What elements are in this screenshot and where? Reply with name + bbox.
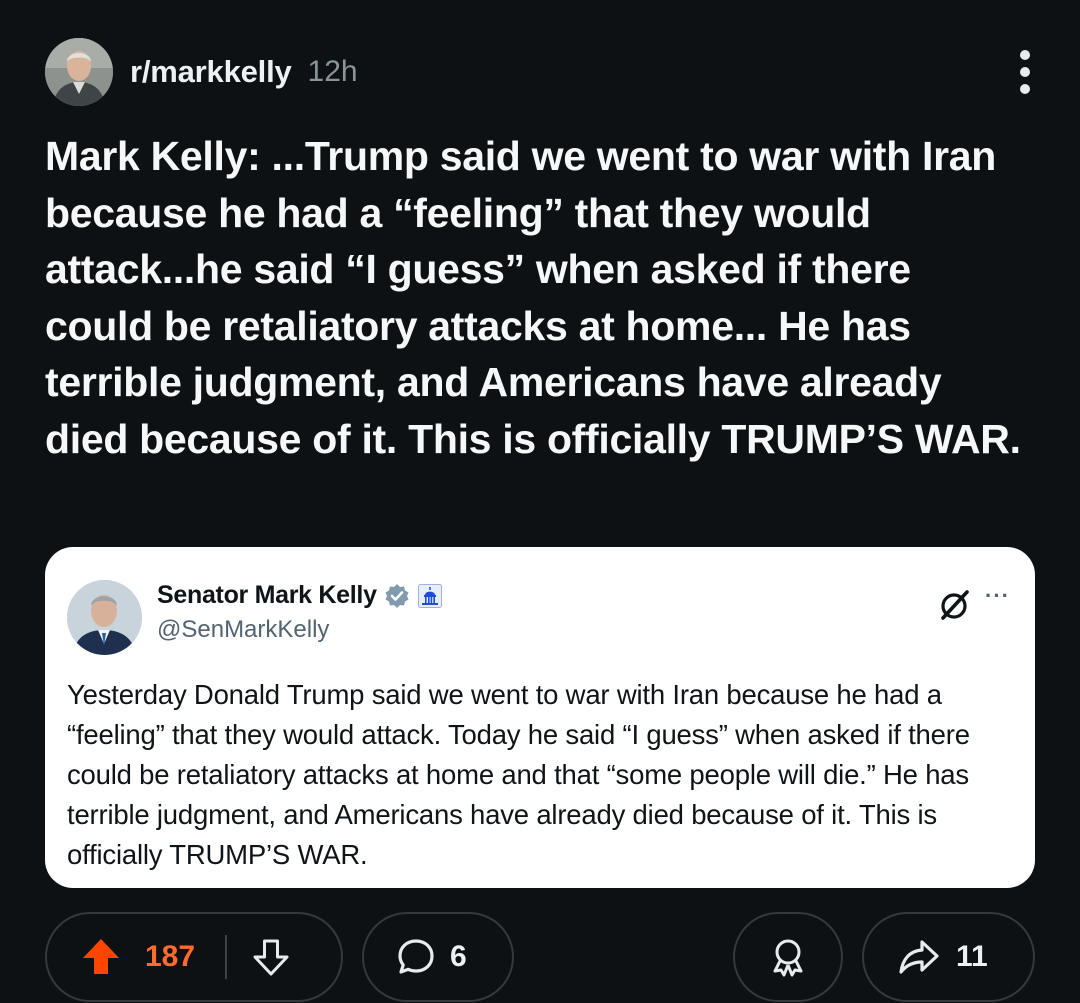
- award-button[interactable]: [733, 912, 843, 1002]
- award-icon: [773, 939, 803, 977]
- vote-divider: [225, 935, 228, 979]
- xai-icon[interactable]: [937, 587, 973, 623]
- post-action-bar: 187 6 11: [45, 912, 1035, 1002]
- upvote-arrow-icon[interactable]: [81, 937, 121, 977]
- post-title[interactable]: Mark Kelly: ...Trump said we went to war…: [45, 128, 1025, 467]
- share-button[interactable]: 11: [862, 912, 1035, 1002]
- verified-badge-icon: [385, 583, 409, 608]
- vote-control: 187: [45, 912, 343, 1002]
- capitol-icon: [417, 583, 442, 608]
- tweet-more-icon[interactable]: ···: [985, 583, 1010, 609]
- overflow-dot: [1020, 84, 1030, 94]
- post-age: 12h: [307, 55, 358, 88]
- post-detail: r/markkelly 12h Mark Kelly: ...Trump sai…: [0, 0, 1080, 1003]
- post-header: r/markkelly 12h: [45, 38, 1035, 106]
- comment-bubble-icon: [398, 939, 434, 974]
- comment-count: 6: [450, 940, 467, 973]
- share-count: 11: [956, 940, 988, 973]
- overflow-dot: [1020, 50, 1030, 60]
- embedded-tweet-card[interactable]: Senator Mark Kelly @SenMarkKelly ··· Yes…: [45, 547, 1035, 888]
- comments-button[interactable]: 6: [362, 912, 514, 1002]
- share-arrow-icon: [899, 940, 939, 974]
- subreddit-name[interactable]: r/markkelly: [130, 54, 292, 90]
- downvote-arrow-icon[interactable]: [251, 937, 291, 977]
- tweet-author-avatar[interactable]: [67, 580, 142, 655]
- overflow-dot: [1020, 67, 1030, 77]
- tweet-text: Yesterday Donald Trump said we went to w…: [67, 679, 970, 870]
- vote-score: 187: [145, 940, 196, 973]
- tweet-author-handle[interactable]: @SenMarkKelly: [157, 616, 329, 644]
- vertical-ellipsis-icon[interactable]: [1007, 44, 1043, 100]
- tweet-author-name[interactable]: Senator Mark Kelly: [157, 581, 377, 610]
- tweet-name-row: Senator Mark Kelly: [157, 581, 442, 610]
- subreddit-avatar[interactable]: [45, 38, 113, 106]
